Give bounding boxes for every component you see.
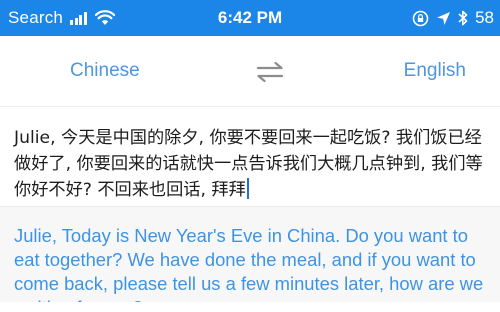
source-text-area[interactable]: Julie, 今天是中国的除夕, 你要不要回来一起吃饭? 我们饭已经做好了, 你… bbox=[0, 113, 500, 206]
target-language-button[interactable]: English bbox=[404, 36, 466, 106]
battery-percent: 58 bbox=[475, 8, 494, 27]
swap-arrows-icon[interactable] bbox=[254, 60, 286, 84]
status-right: 58 bbox=[405, 0, 494, 36]
screen-lock-icon bbox=[412, 10, 429, 26]
bottom-edge bbox=[0, 302, 500, 312]
translation-text: Julie, Today is New Year's Eve in China.… bbox=[14, 225, 484, 312]
bluetooth-icon bbox=[458, 10, 468, 26]
source-language-button[interactable]: Chinese bbox=[70, 36, 140, 106]
translation-area[interactable]: Julie, Today is New Year's Eve in China.… bbox=[0, 207, 500, 312]
translator-screen: Search 6:42 PM 58 Chinese English Julie,… bbox=[0, 0, 500, 312]
status-bar: Search 6:42 PM 58 bbox=[0, 0, 500, 36]
text-cursor bbox=[246, 178, 249, 199]
source-text-field[interactable]: Julie, 今天是中国的除夕, 你要不要回来一起吃饭? 我们饭已经做好了, 你… bbox=[14, 125, 490, 203]
location-icon bbox=[437, 11, 451, 25]
language-bar: Chinese English bbox=[0, 36, 500, 107]
